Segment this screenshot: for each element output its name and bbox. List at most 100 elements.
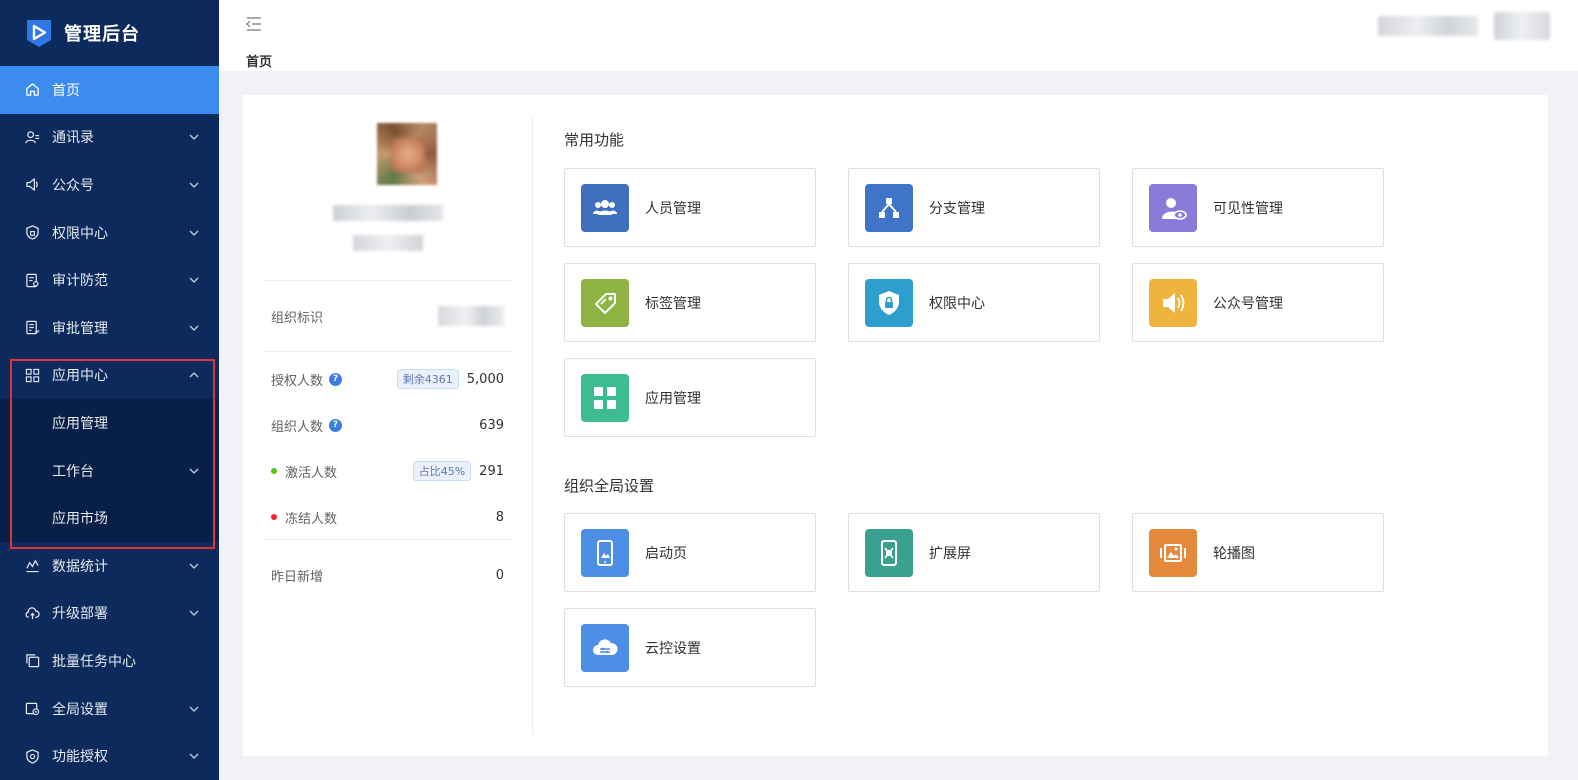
sidebar-item-statistics[interactable]: 数据统计 [0, 542, 219, 590]
org-id-row: 组织标识 [271, 305, 504, 327]
settings-icon [24, 701, 40, 717]
sidebar-item-label: 应用市场 [52, 511, 108, 528]
card-cloud-control[interactable]: 云控设置 [564, 608, 816, 687]
people-icon [581, 183, 629, 232]
org-id-label: 组织标识 [271, 310, 324, 326]
authorized-count-value: 5,000 [466, 371, 504, 387]
sidebar-item-label: 权限中心 [52, 225, 108, 242]
remaining-badge: 剩余4361 [396, 369, 459, 389]
sidebar-collapse-icon[interactable] [245, 16, 263, 32]
avatar[interactable] [1494, 12, 1550, 40]
card-visibility-management[interactable]: 可见性管理 [1132, 168, 1384, 247]
frozen-count-label: 冻结人数 [285, 511, 338, 527]
card-app-management[interactable]: 应用管理 [564, 358, 816, 437]
card-branch-management[interactable]: 分支管理 [848, 168, 1100, 247]
org-members-label: 组织人数 [271, 419, 324, 435]
speaker-icon [1149, 278, 1197, 327]
carousel-image-icon [1149, 528, 1197, 577]
brand[interactable]: 管理后台 [0, 0, 219, 66]
divider [263, 539, 512, 540]
copy-icon [24, 653, 40, 669]
home-icon [24, 82, 40, 98]
yesterday-new-row: 昨日新增 0 [271, 564, 504, 586]
column-divider [532, 115, 533, 735]
card-label: 轮播图 [1213, 545, 1255, 562]
sidebar-subitem-app-market[interactable]: 应用市场 [0, 494, 219, 542]
sidebar-item-approval[interactable]: 审批管理 [0, 304, 219, 352]
user-menu[interactable] [1378, 12, 1550, 40]
avatar-photo [391, 137, 425, 173]
card-carousel[interactable]: 轮播图 [1132, 513, 1384, 592]
sidebar-subitem-workbench[interactable]: 工作台 [0, 447, 219, 495]
extend-screen-icon [865, 528, 913, 577]
org-members-value: 639 [479, 417, 504, 433]
sidebar-item-batch-task-center[interactable]: 批量任务中心 [0, 637, 219, 685]
splash-phone-icon [581, 528, 629, 577]
grid-icon [24, 367, 40, 383]
sidebar-item-label: 功能授权 [52, 749, 108, 766]
card-splash-page[interactable]: 启动页 [564, 513, 816, 592]
breadcrumb: 首页 [246, 55, 273, 70]
chevron-down-icon [189, 132, 199, 142]
card-label: 权限中心 [929, 295, 985, 312]
common-functions-title: 常用功能 [564, 131, 625, 149]
card-people-management[interactable]: 人员管理 [564, 168, 816, 247]
approval-icon [24, 320, 40, 336]
contacts-icon [24, 129, 40, 145]
sidebar-item-label: 全局设置 [52, 701, 108, 718]
user-name-blurred [1378, 16, 1478, 36]
sidebar-item-label: 工作台 [52, 463, 94, 480]
sidebar-item-official-account[interactable]: 公众号 [0, 161, 219, 209]
authorized-count-row: 授权人数 ? 剩余4361 5,000 [271, 368, 504, 390]
help-icon[interactable]: ? [329, 372, 343, 386]
sidebar-item-label: 数据统计 [52, 558, 108, 575]
sidebar: 管理后台 首页 通讯录 公众号 权限中心 审计防范 审批管理 应用中心 应用管理… [0, 0, 219, 780]
sidebar-item-label: 通讯录 [52, 130, 94, 147]
sidebar-item-label: 应用中心 [52, 368, 108, 385]
sidebar-menu: 首页 通讯录 公众号 权限中心 审计防范 审批管理 应用中心 应用管理 工作台 … [0, 66, 219, 780]
card-official-account-management[interactable]: 公众号管理 [1132, 263, 1384, 342]
sidebar-item-label: 批量任务中心 [52, 653, 136, 670]
sidebar-item-label: 审批管理 [52, 320, 108, 337]
card-permission-center[interactable]: 权限中心 [848, 263, 1100, 342]
frozen-count-value: 8 [495, 509, 504, 525]
help-icon[interactable]: ? [329, 418, 343, 432]
sidebar-item-contacts[interactable]: 通讯录 [0, 114, 219, 162]
org-settings-title: 组织全局设置 [564, 477, 655, 495]
chevron-down-icon [189, 466, 199, 476]
license-icon [24, 748, 40, 764]
sidebar-item-label: 公众号 [52, 177, 94, 194]
app-title: 管理后台 [64, 24, 140, 45]
yesterday-new-value: 0 [495, 567, 504, 583]
org-subtitle-blurred [353, 235, 423, 251]
sidebar-item-permission-center[interactable]: 权限中心 [0, 209, 219, 257]
card-label: 标签管理 [645, 295, 701, 312]
sidebar-item-app-center[interactable]: 应用中心 [0, 352, 219, 400]
org-members-row: 组织人数 ? 639 [271, 414, 504, 436]
card-label: 云控设置 [645, 640, 701, 657]
sidebar-subitem-app-management[interactable]: 应用管理 [0, 399, 219, 447]
sidebar-item-global-settings[interactable]: 全局设置 [0, 685, 219, 733]
top-header: 首页 [219, 0, 1578, 71]
sidebar-item-upgrade-deploy[interactable]: 升级部署 [0, 590, 219, 638]
cloud-upload-icon [24, 605, 40, 621]
divider [263, 280, 512, 281]
chevron-down-icon [189, 561, 199, 571]
card-label: 分支管理 [929, 200, 985, 217]
org-id-value-blurred [438, 306, 504, 326]
activated-count-label: 激活人数 [285, 465, 338, 481]
chevron-down-icon [189, 608, 199, 618]
chevron-down-icon [189, 323, 199, 333]
activated-count-value: 291 [479, 463, 504, 479]
sidebar-item-home[interactable]: 首页 [0, 66, 219, 114]
sidebar-item-feature-license[interactable]: 功能授权 [0, 732, 219, 780]
ratio-badge: 占比45% [412, 461, 472, 481]
sidebar-item-label: 审计防范 [52, 273, 108, 290]
brand-logo-icon [27, 20, 51, 47]
card-extend-screen[interactable]: 扩展屏 [848, 513, 1100, 592]
sidebar-item-label: 升级部署 [52, 606, 108, 623]
chevron-down-icon [189, 228, 199, 238]
shield-lock-icon [865, 278, 913, 327]
sidebar-item-audit[interactable]: 审计防范 [0, 256, 219, 304]
card-tag-management[interactable]: 标签管理 [564, 263, 816, 342]
